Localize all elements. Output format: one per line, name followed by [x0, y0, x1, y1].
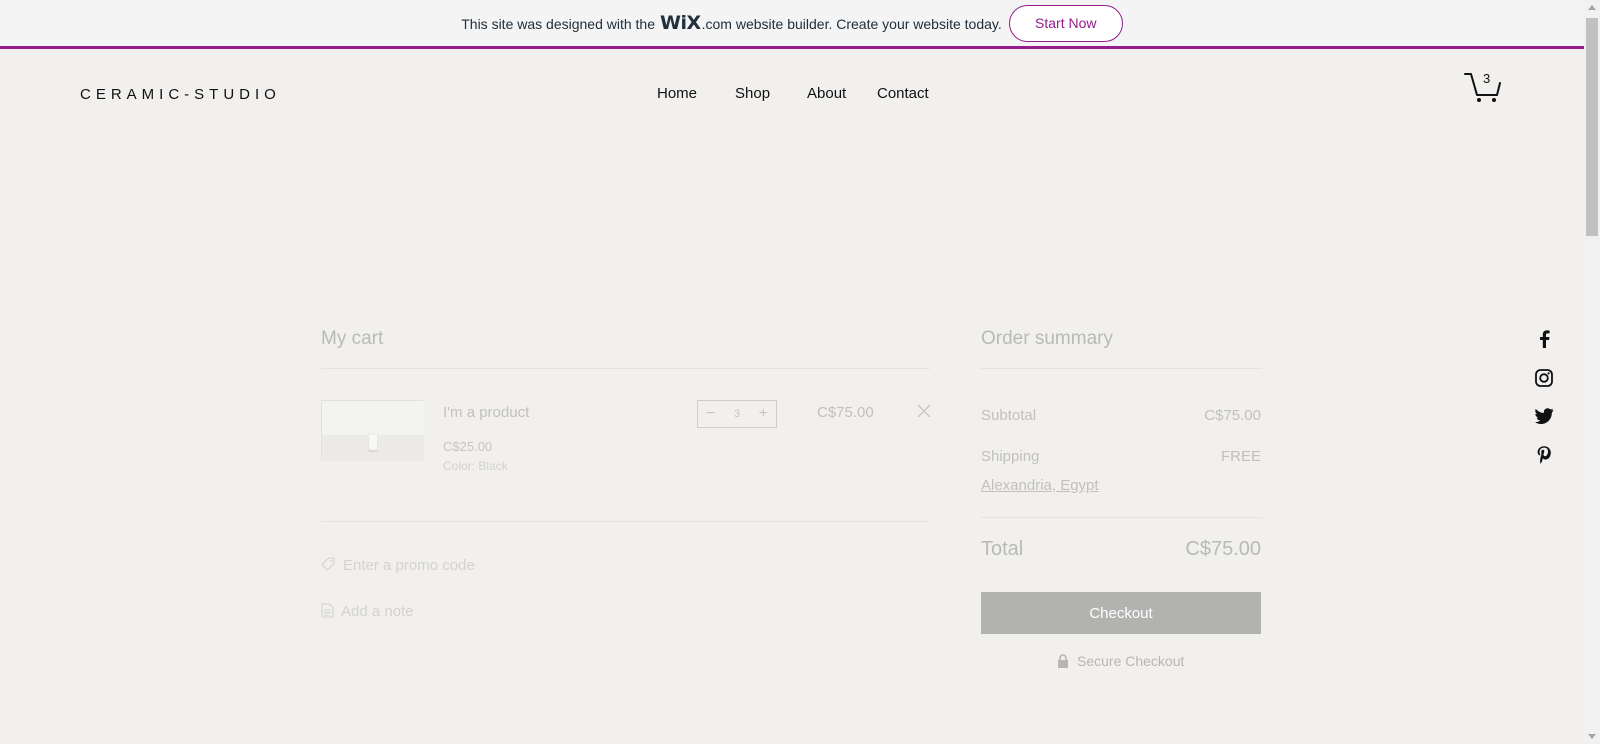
- facebook-icon[interactable]: [1534, 329, 1554, 349]
- summary-divider-top: [981, 368, 1262, 369]
- site-logo[interactable]: CERAMIC-STUDIO: [80, 86, 281, 103]
- twitter-icon[interactable]: [1534, 406, 1554, 426]
- wix-promo-banner: This site was designed with the WiX .com…: [0, 0, 1584, 49]
- scroll-up-arrow-icon[interactable]: [1588, 5, 1596, 10]
- product-thumbnail[interactable]: [321, 400, 424, 461]
- total-value: C$75.00: [1185, 538, 1261, 560]
- cart-divider-bottom: [321, 521, 930, 522]
- secure-checkout-label: Secure Checkout: [1077, 653, 1185, 669]
- wix-logo: WiX: [660, 12, 701, 34]
- product-option: Color: Black: [443, 459, 508, 473]
- shipping-label: Shipping: [981, 448, 1040, 465]
- tag-icon: [321, 557, 335, 571]
- total-label: Total: [981, 538, 1024, 560]
- scrollbar-thumb[interactable]: [1586, 18, 1598, 236]
- instagram-icon[interactable]: [1534, 368, 1554, 388]
- cart-title: My cart: [321, 328, 384, 349]
- start-now-button[interactable]: Start Now: [1008, 4, 1123, 42]
- secure-checkout: Secure Checkout: [1057, 653, 1184, 669]
- promo-code-link[interactable]: Enter a promo code: [343, 557, 475, 574]
- page-scrollbar[interactable]: [1584, 0, 1600, 744]
- checkout-button[interactable]: Checkout: [981, 592, 1261, 634]
- subtotal-value: C$75.00: [1204, 407, 1261, 424]
- nav-home[interactable]: Home: [657, 85, 697, 102]
- cart-divider-top: [321, 368, 930, 369]
- nav-contact[interactable]: Contact: [877, 85, 929, 102]
- summary-divider-bottom: [981, 517, 1262, 518]
- add-note-link[interactable]: Add a note: [341, 603, 414, 620]
- subtotal-label: Subtotal: [981, 407, 1037, 424]
- quantity-decrement-button[interactable]: −: [706, 406, 715, 422]
- order-summary-title: Order summary: [981, 328, 1113, 349]
- banner-message: This site was designed with the WiX .com…: [461, 12, 1002, 34]
- note-icon: [321, 603, 334, 618]
- shipping-location-link[interactable]: Alexandria, Egypt: [981, 477, 1099, 494]
- shipping-value: FREE: [1220, 448, 1261, 465]
- nav-shop[interactable]: Shop: [735, 85, 770, 102]
- remove-item-icon[interactable]: [917, 404, 931, 418]
- quantity-value[interactable]: 3: [734, 408, 740, 420]
- banner-pre-text: This site was designed with the: [461, 16, 655, 32]
- quantity-increment-button[interactable]: +: [759, 406, 768, 422]
- product-name[interactable]: I'm a product: [443, 404, 529, 421]
- product-unit-price: C$25.00: [443, 439, 493, 454]
- pinterest-icon[interactable]: [1534, 445, 1554, 465]
- nav-about[interactable]: About: [807, 85, 846, 102]
- quantity-stepper[interactable]: − 3 +: [697, 400, 777, 428]
- product-image: [322, 401, 424, 461]
- line-total: C$75.00: [817, 404, 874, 421]
- cart-count-badge: 3: [1483, 71, 1491, 86]
- banner-post-text: .com website builder. Create your websit…: [701, 16, 1002, 32]
- scroll-down-arrow-icon[interactable]: [1588, 734, 1596, 739]
- lock-icon: [1058, 654, 1068, 668]
